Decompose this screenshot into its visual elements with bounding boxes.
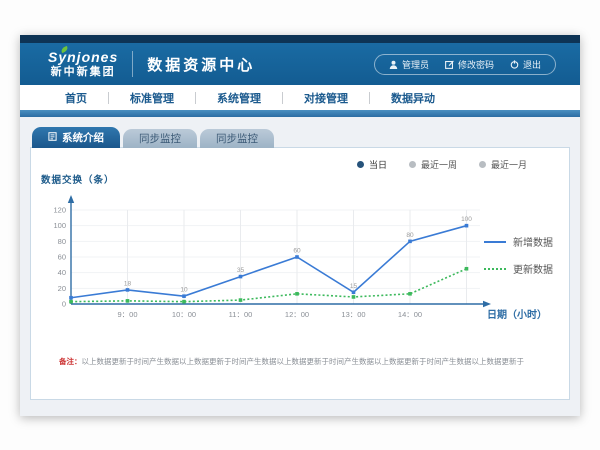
data-point [182,294,186,298]
document-icon [48,132,57,144]
data-point [239,298,243,302]
chart-legend: 新增数据 更新数据 [484,234,553,276]
logo: Synjones 新中新集团 [48,50,118,77]
chart-panel: 当日 最近一周 最近一月 数据交换（条） 0 20 40 60 80 100 120 9：00… [30,147,570,400]
y-tick-label: 80 [58,237,66,246]
nav-item-interface-mgmt[interactable]: 对接管理 [283,90,369,106]
data-point [408,292,412,296]
nav-item-standard-mgmt[interactable]: 标准管理 [109,90,195,106]
power-icon [510,60,519,69]
current-user[interactable]: 管理员 [389,58,429,71]
header-divider [132,51,133,77]
radio-icon [409,161,416,168]
current-user-label: 管理员 [402,58,429,71]
legend-label: 更新数据 [513,261,553,276]
data-point [126,299,130,303]
chart-svg: 0 20 40 60 80 100 120 9：00 10：00 11：00 12：00 13：00 1… [41,186,493,338]
data-point [182,300,186,304]
app-window: Synjones 新中新集团 数据资源中心 管理员 修改密码 退出 首页 标准管… [20,35,580,416]
data-point-label: 60 [293,248,301,255]
footnote-prefix: 备注： [59,357,82,366]
x-axis-title: 日期（小时） [487,306,547,321]
user-menu: 管理员 修改密码 退出 [374,54,556,75]
chart-area: 0 20 40 60 80 100 120 9：00 10：00 11：00 12：00 13：00 1… [41,186,493,343]
nav-accent-bar [20,110,580,117]
tab-label: 同步监控 [139,131,181,146]
x-tick-label: 12：00 [285,310,309,319]
x-tick-label: 10：00 [172,310,196,319]
filter-last-week[interactable]: 最近一周 [409,158,457,171]
data-point-label: 10 [180,287,188,294]
user-icon [389,60,398,69]
tab-system-intro[interactable]: 系统介绍 [32,127,120,148]
logout-button[interactable]: 退出 [510,58,541,71]
range-filter-group: 当日 最近一周 最近一月 [357,158,527,171]
dotted-line-icon [484,268,506,270]
y-tick-label: 0 [62,300,66,309]
nav-item-data-change[interactable]: 数据异动 [370,90,456,106]
change-password-label: 修改密码 [458,58,494,71]
y-tick-label: 40 [58,268,66,277]
top-strip [20,35,580,43]
data-point-label: 15 [350,283,358,290]
y-tick-label: 60 [58,253,66,262]
nav-item-home[interactable]: 首页 [44,90,108,106]
logo-text-cn: 新中新集团 [48,66,118,78]
legend-item-updated-data: 更新数据 [484,261,553,276]
radio-icon [479,161,486,168]
data-point [126,288,130,292]
header: Synjones 新中新集团 数据资源中心 管理员 修改密码 退出 [20,43,580,85]
x-tick-label: 11：00 [229,310,253,319]
filter-last-month[interactable]: 最近一月 [479,158,527,171]
y-tick-label: 100 [53,221,66,230]
filter-label: 最近一月 [491,158,527,171]
data-point [465,267,469,271]
logout-label: 退出 [523,58,541,71]
y-tick-label: 120 [53,206,66,215]
data-point [69,300,73,304]
tab-sync-monitor-1[interactable]: 同步监控 [123,129,197,148]
data-point [352,295,356,299]
filter-label: 最近一周 [421,158,457,171]
tab-sync-monitor-2[interactable]: 同步监控 [200,129,274,148]
data-point [465,224,469,228]
y-axis-title: 数据交换（条） [41,172,115,186]
y-axis-arrow [68,195,74,203]
data-point [69,296,73,300]
tab-label: 同步监控 [216,131,258,146]
legend-label: 新增数据 [513,234,553,249]
data-point-label: 100 [461,216,472,223]
legend-item-new-data: 新增数据 [484,234,553,249]
solid-line-icon [484,241,506,243]
x-tick-label: 14：00 [398,310,422,319]
page-title: 数据资源中心 [147,54,255,75]
footnote: 备注：以上数据更新于时间产生数据以上数据更新于时间产生数据以上数据更新于时间产生… [59,356,524,367]
data-point [295,292,299,296]
radio-icon [357,161,364,168]
data-point [239,275,243,279]
tab-label: 系统介绍 [62,130,104,145]
nav-item-system-mgmt[interactable]: 系统管理 [196,90,282,106]
x-tick-label: 9：00 [117,310,137,319]
filter-today[interactable]: 当日 [357,158,387,171]
data-point-label: 18 [124,280,132,287]
filter-label: 当日 [369,158,387,171]
logo-text-en: Synjones [48,50,118,65]
data-point [352,290,356,294]
footnote-text: 以上数据更新于时间产生数据以上数据更新于时间产生数据以上数据更新于时间产生数据以… [82,357,525,366]
x-tick-label: 13：00 [341,310,365,319]
data-point-label: 35 [237,267,245,274]
y-tick-label: 20 [58,284,66,293]
change-password-button[interactable]: 修改密码 [445,58,494,71]
main-nav: 首页 标准管理 系统管理 对接管理 数据异动 [20,85,580,110]
tab-bar: 系统介绍 同步监控 同步监控 [32,127,580,148]
data-point-label: 80 [406,232,414,239]
edit-icon [445,60,454,69]
data-point [295,255,299,259]
data-point [408,240,412,244]
